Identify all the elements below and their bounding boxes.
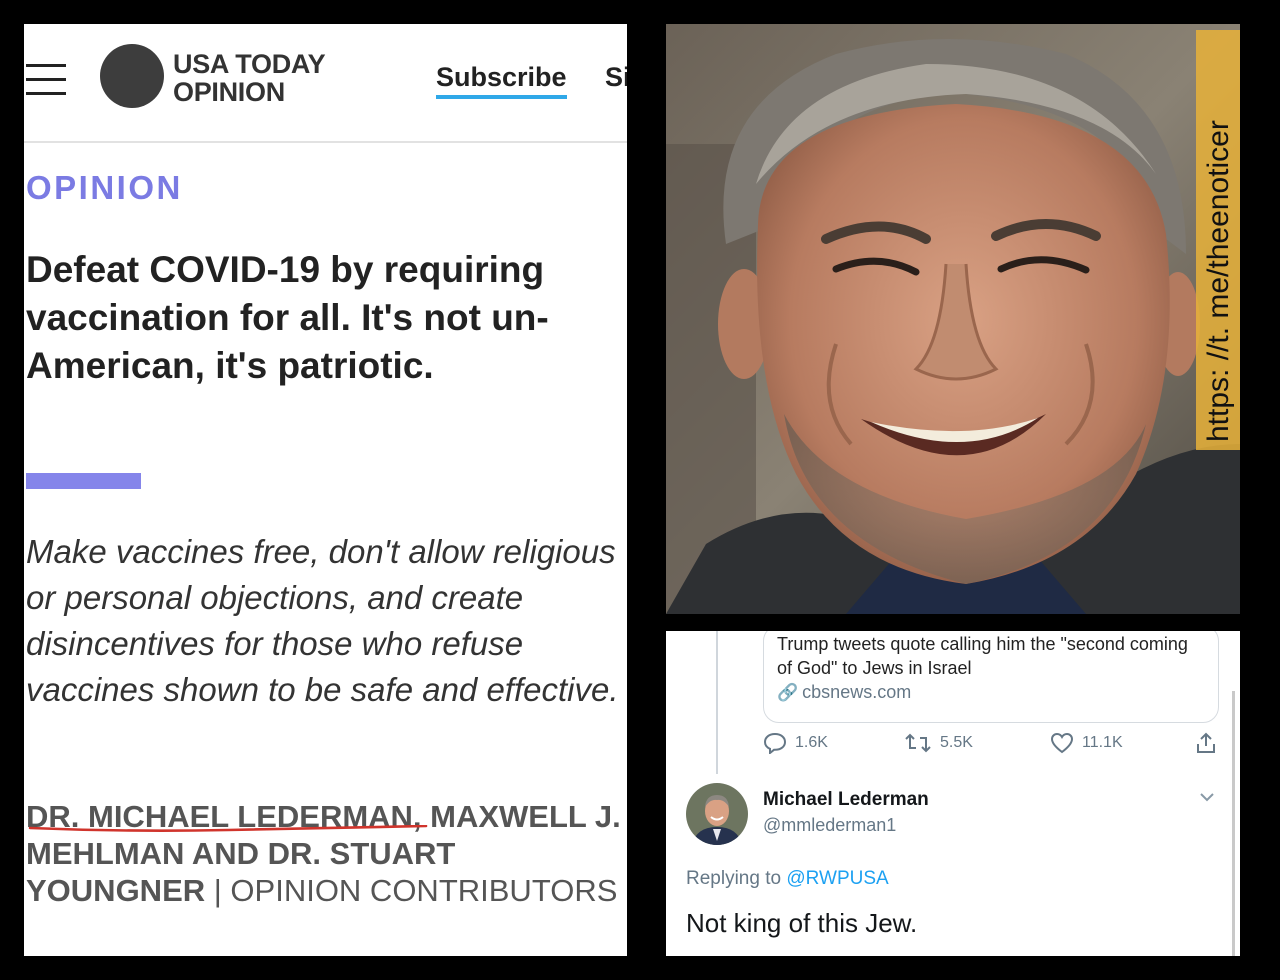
share-icon	[1197, 732, 1215, 753]
chevron-down-icon[interactable]	[1199, 791, 1215, 803]
byline-line-2: MEHLMAN AND DR. STUART	[26, 836, 456, 871]
tweet-screenshot: Trump tweets quote calling him the "seco…	[666, 631, 1240, 956]
reply-count: 1.6K	[795, 734, 828, 751]
article-headline: Defeat COVID-19 by requiring vaccination…	[26, 249, 549, 386]
usa-today-logo-circle	[100, 44, 164, 108]
site-header: USA TODAY OPINION Subscribe Sign In	[24, 24, 627, 143]
reply-action[interactable]: 1.6K	[763, 732, 828, 754]
share-action[interactable]	[1195, 732, 1225, 754]
byline-separator: |	[205, 873, 231, 908]
section-label: OPINION	[26, 169, 183, 206]
reply-icon	[763, 732, 787, 754]
replying-to-handle-link[interactable]: @RWPUSA	[786, 868, 888, 889]
byline-role: OPINION CONTRIBUTORS	[230, 873, 618, 908]
byline-last-author: YOUNGNER	[26, 873, 206, 908]
hamburger-menu-icon[interactable]	[26, 64, 66, 96]
scrollbar[interactable]	[1232, 691, 1235, 956]
article-dek: Make vaccines free, don't allow religiou…	[26, 533, 619, 708]
article-screenshot: USA TODAY OPINION Subscribe Sign In OPIN…	[24, 24, 627, 956]
like-count: 11.1K	[1082, 734, 1123, 751]
byline: DR. MICHAEL LEDERMAN, MAXWELL J. MEHLMAN…	[26, 798, 627, 909]
replying-to-prefix: Replying to	[686, 868, 782, 889]
replying-to-line: Replying to @RWPUSA	[686, 868, 889, 890]
retweet-action[interactable]: 5.5K	[904, 732, 973, 754]
portrait-illustration	[666, 24, 1240, 614]
avatar[interactable]	[686, 783, 748, 845]
link-card-domain-row: 🔗 cbsnews.com	[777, 682, 911, 703]
user-handle[interactable]: @mmlederman1	[763, 815, 896, 836]
retweet-icon	[905, 733, 931, 753]
retweet-count: 5.5K	[940, 734, 973, 751]
user-display-name[interactable]: Michael Lederman	[763, 789, 929, 811]
like-action[interactable]: 11.1K	[1050, 732, 1123, 754]
tweet-text: Not king of this Jew.	[686, 908, 918, 938]
byline-line-3: YOUNGNER | OPINION CONTRIBUTORS	[26, 872, 627, 909]
sign-in-link[interactable]: Sign In	[605, 62, 627, 93]
watermark-text: https: //t. me/theenoticer	[1202, 120, 1235, 442]
thread-connector-line	[716, 631, 718, 774]
link-card-title: Trump tweets quote calling him the "seco…	[777, 634, 1188, 678]
link-card[interactable]: Trump tweets quote calling him the "seco…	[763, 631, 1219, 723]
heart-icon	[1050, 732, 1074, 754]
portrait-photo	[666, 24, 1240, 614]
logo-line-1: USA TODAY	[173, 49, 326, 79]
watermark: https: //t. me/theenoticer	[1196, 30, 1240, 450]
link-card-domain: cbsnews.com	[802, 682, 912, 702]
link-icon: 🔗	[777, 683, 799, 702]
site-logo-text: USA TODAY OPINION	[173, 49, 326, 107]
accent-divider	[26, 473, 141, 489]
logo-line-2: OPINION	[173, 77, 285, 107]
red-handdrawn-underline	[28, 825, 428, 832]
avatar-image	[686, 783, 748, 845]
subscribe-link[interactable]: Subscribe	[436, 62, 567, 99]
